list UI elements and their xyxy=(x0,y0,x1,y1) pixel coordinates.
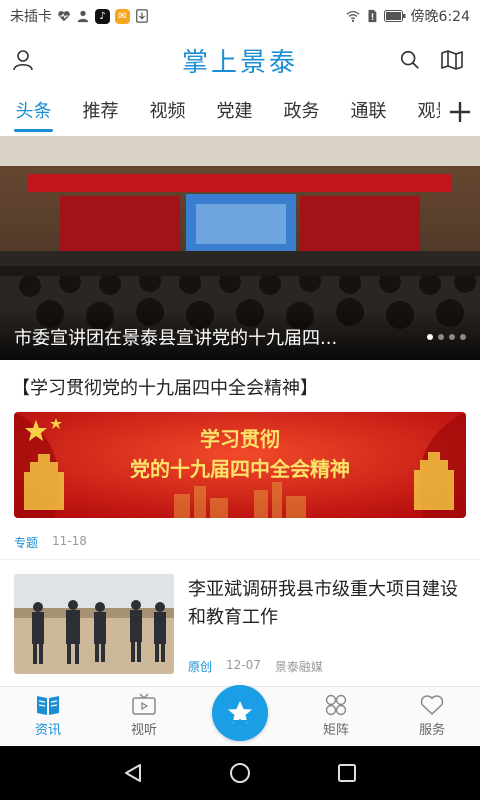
tab-list: 头条 推荐 视频 党建 政务 通联 观景 xyxy=(0,88,440,136)
star-icon xyxy=(228,701,252,724)
clock-text: 傍晚6:24 xyxy=(410,9,470,25)
feature-topic-card[interactable]: 【学习贯彻党的十九届四中全会精神】 学习贯彻 党的十九届四中全会精神 专题 11… xyxy=(0,360,480,560)
book-icon xyxy=(37,696,59,715)
status-right: 傍晚6:24 xyxy=(345,6,470,26)
hero-carousel[interactable]: 市委宣讲团在景泰县宣讲党的十九届四... xyxy=(0,136,480,360)
news-date: 12-07 xyxy=(226,658,261,672)
tab-headlines[interactable]: 头条 xyxy=(0,88,67,136)
news-tag: 原创 xyxy=(188,660,213,674)
wifi-icon xyxy=(345,10,360,22)
banner-line2: 党的十九届四中全会精神 xyxy=(130,457,350,481)
hero-caption-text: 市委宣讲团在景泰县宣讲党的十九届四... xyxy=(14,328,338,349)
carousel-dot xyxy=(449,334,455,340)
user-icon xyxy=(13,50,33,71)
heart-icon xyxy=(420,695,444,715)
tab-party-building[interactable]: 党建 xyxy=(201,88,268,136)
tab-recommend[interactable]: 推荐 xyxy=(67,88,134,136)
download-icon xyxy=(136,9,148,23)
system-nav-bar xyxy=(0,746,480,800)
tab-scenery[interactable]: 观景 xyxy=(402,88,441,136)
bottom-nav: 资讯 视听 矩阵 服务 xyxy=(0,685,480,746)
person-icon xyxy=(77,10,89,23)
back-icon[interactable] xyxy=(121,761,145,785)
feature-banner[interactable]: 学习贯彻 党的十九届四中全会精神 xyxy=(14,412,466,518)
battery-icon xyxy=(383,10,406,22)
user-button[interactable] xyxy=(9,46,37,74)
carousel-dot xyxy=(427,334,433,340)
news-thumbnail xyxy=(14,574,174,674)
carousel-indicator xyxy=(427,334,466,340)
search-icon xyxy=(400,50,419,69)
tab-liaison[interactable]: 通联 xyxy=(335,88,402,136)
tab-video[interactable]: 视频 xyxy=(134,88,201,136)
news-title: 李亚斌调研我县市级重大项目建设和教育工作 xyxy=(188,579,458,628)
home-icon[interactable] xyxy=(228,761,252,785)
news-source: 景泰融媒 xyxy=(274,660,323,674)
grid-icon xyxy=(325,694,347,716)
app-title: 掌上景泰 xyxy=(181,47,298,78)
carrier-text: 未插卡 xyxy=(10,9,52,25)
nav-service-label: 服务 xyxy=(418,723,445,738)
nav-matrix[interactable]: 矩阵 xyxy=(288,687,384,746)
nav-media[interactable]: 视听 xyxy=(96,687,192,746)
feature-banner-image: 学习贯彻 党的十九届四中全会精神 xyxy=(14,412,466,518)
carousel-dot xyxy=(460,334,466,340)
feature-tag: 专题 xyxy=(14,536,39,550)
news-item[interactable]: 李亚斌调研我县市级重大项目建设和教育工作 原创 12-07 景泰融媒 xyxy=(0,562,480,684)
add-channel-button[interactable] xyxy=(446,98,474,126)
hero-caption: 市委宣讲团在景泰县宣讲党的十九届四... xyxy=(0,308,480,360)
plus-icon xyxy=(450,102,470,122)
recents-icon[interactable] xyxy=(335,761,359,785)
tab-government[interactable]: 政务 xyxy=(268,88,335,136)
nav-news[interactable]: 资讯 xyxy=(0,687,96,746)
feature-meta: 专题 11-18 xyxy=(14,534,87,551)
nav-matrix-label: 矩阵 xyxy=(322,723,349,738)
news-thumbnail-image xyxy=(14,574,174,674)
sim-alert-icon xyxy=(368,9,376,23)
app-header: 掌上景泰 xyxy=(0,32,480,88)
feature-date: 11-18 xyxy=(52,534,87,548)
heart-pulse-icon xyxy=(58,11,70,22)
mail-icon: ✉ xyxy=(115,8,130,24)
center-action-button[interactable] xyxy=(212,685,268,741)
nav-media-label: 视听 xyxy=(130,723,157,738)
status-bar: 未插卡 ♪ ✉ 傍晚6:24 xyxy=(0,0,480,32)
tv-icon xyxy=(132,693,156,715)
feature-title: 【学习贯彻党的十九届四中全会精神】 xyxy=(12,378,318,399)
news-meta: 原创 12-07 景泰融媒 xyxy=(188,658,323,675)
map-button[interactable] xyxy=(438,46,466,74)
nav-service[interactable]: 服务 xyxy=(384,687,480,746)
tiktok-icon: ♪ xyxy=(95,8,110,24)
map-icon xyxy=(441,50,463,70)
nav-news-label: 资讯 xyxy=(34,723,61,738)
status-left: 未插卡 ♪ ✉ xyxy=(10,6,149,26)
banner-line1: 学习贯彻 xyxy=(200,427,280,451)
search-button[interactable] xyxy=(396,46,424,74)
nav-center xyxy=(192,685,288,746)
carousel-dot xyxy=(438,334,444,340)
channel-tabs: 头条 推荐 视频 党建 政务 通联 观景 xyxy=(0,88,480,136)
